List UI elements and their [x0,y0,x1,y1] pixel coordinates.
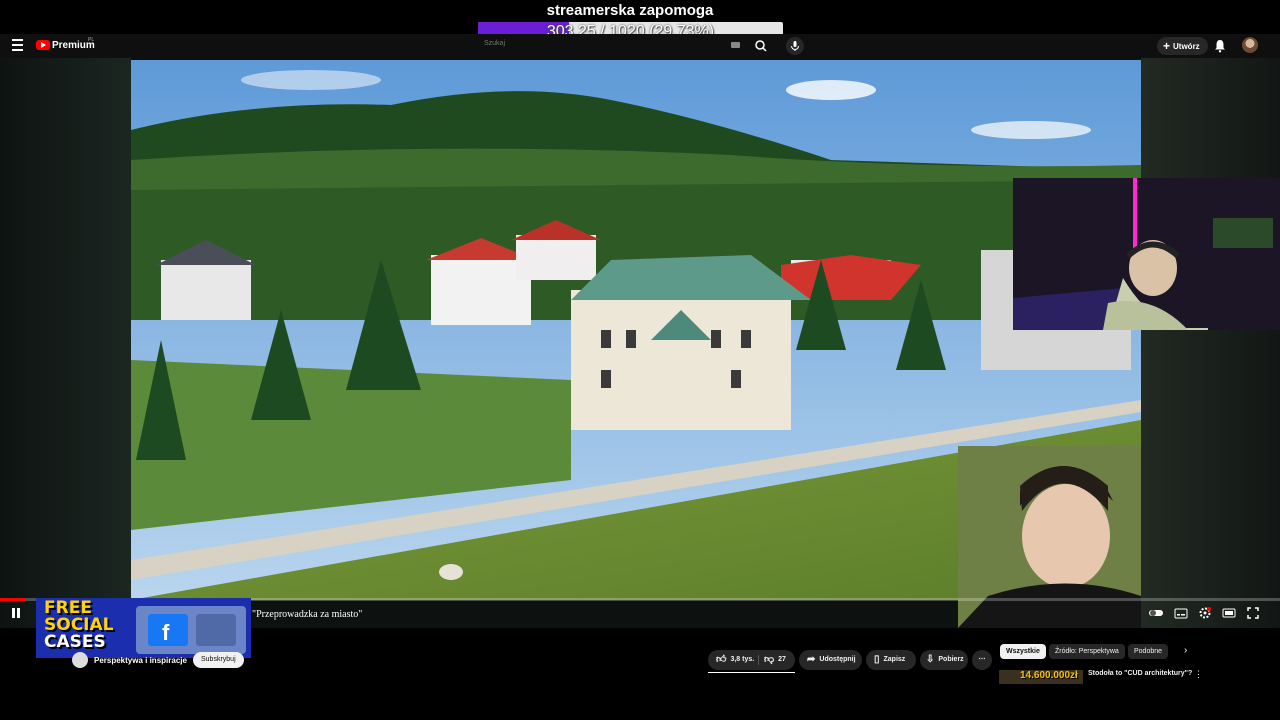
create-label: Utwórz [1173,42,1200,51]
create-button[interactable]: + Utwórz [1157,37,1208,55]
save-button[interactable]: ▯ Zapisz [866,650,916,670]
chip-source[interactable]: Źródło: Perspektywa [1049,644,1125,659]
chip-all[interactable]: Wszystkie [1000,644,1046,659]
goal-title: streamerska zapomoga [546,2,714,19]
share-label: Udostępnij [819,656,856,663]
bell-icon[interactable] [1214,39,1226,53]
chevron-right-icon[interactable]: › [1184,645,1187,656]
thumbs-down-icon: 👎︎ [764,654,775,665]
recommendation-thumbnail-text: 14.600.000zł [1020,670,1078,681]
streamer-webcam [1013,178,1280,330]
like-underline [708,672,795,673]
promo-text: FREE SOCIAL CASES [44,600,114,651]
search-input[interactable]: Szukaj [484,40,505,47]
autoplay-toggle-icon[interactable] [1148,606,1163,620]
dislike-button[interactable]: 👎︎ 27 [760,650,786,670]
promo-banner[interactable]: f FREE SOCIAL CASES [36,598,251,658]
region-code: PL [88,37,95,43]
video-side-blur-left [0,58,131,628]
recommendation-title[interactable]: Stodoła to "CUD architektury"? [1088,670,1192,677]
chip-similar[interactable]: Podobne [1128,644,1169,659]
like-button[interactable]: 👍︎ 3,8 tys. [708,654,755,665]
download-button[interactable]: ⇩ Pobierz [920,650,968,670]
search-icon[interactable] [752,37,770,55]
video-side-blur-right [1141,58,1280,628]
more-icon: ⋯ [978,656,986,663]
theater-mode-icon[interactable] [1222,606,1236,620]
download-label: Pobierz [938,656,964,663]
pause-icon[interactable] [10,607,22,619]
channel-avatar[interactable] [72,652,88,668]
keyboard-icon[interactable] [731,42,740,48]
like-dislike-group: 👍︎ 3,8 tys. 👎︎ 27 [708,650,795,670]
youtube-logo-icon[interactable] [36,40,50,50]
promo-line-3: CASES [44,632,106,652]
subscribe-button[interactable]: Subskrybuj [193,652,244,668]
subtitles-icon[interactable] [1174,606,1188,620]
bookmark-icon: ▯ [874,654,880,665]
plus-icon: + [1163,39,1171,53]
dislike-count: 27 [778,656,786,663]
recommendation-menu-icon[interactable]: ⋮ [1194,669,1203,680]
avatar[interactable] [1242,37,1258,53]
menu-icon[interactable] [12,39,23,51]
settings-icon[interactable] [1198,606,1212,620]
like-separator [758,655,759,665]
download-icon: ⇩ [926,654,935,665]
svg-text:f: f [162,620,170,645]
channel-name[interactable]: Perspektywa i inspiracje [94,656,187,665]
mic-icon[interactable] [786,37,804,55]
save-label: Zapisz [883,656,906,663]
share-button[interactable]: ➦ Udostępnij [799,650,862,670]
youtube-top-bar: Premium PL Szukaj + Utwórz [0,34,1280,58]
fullscreen-icon[interactable] [1246,606,1260,620]
chapter-title[interactable]: "Przeprowadzka za miasto" [252,609,362,620]
share-icon: ➦ [807,654,816,665]
thumbs-up-icon: 👍︎ [716,654,727,665]
player-controls-right [1146,606,1276,622]
like-count: 3,8 tys. [730,656,755,663]
more-actions-button[interactable]: ⋯ [972,650,992,670]
progress-played [0,598,26,601]
